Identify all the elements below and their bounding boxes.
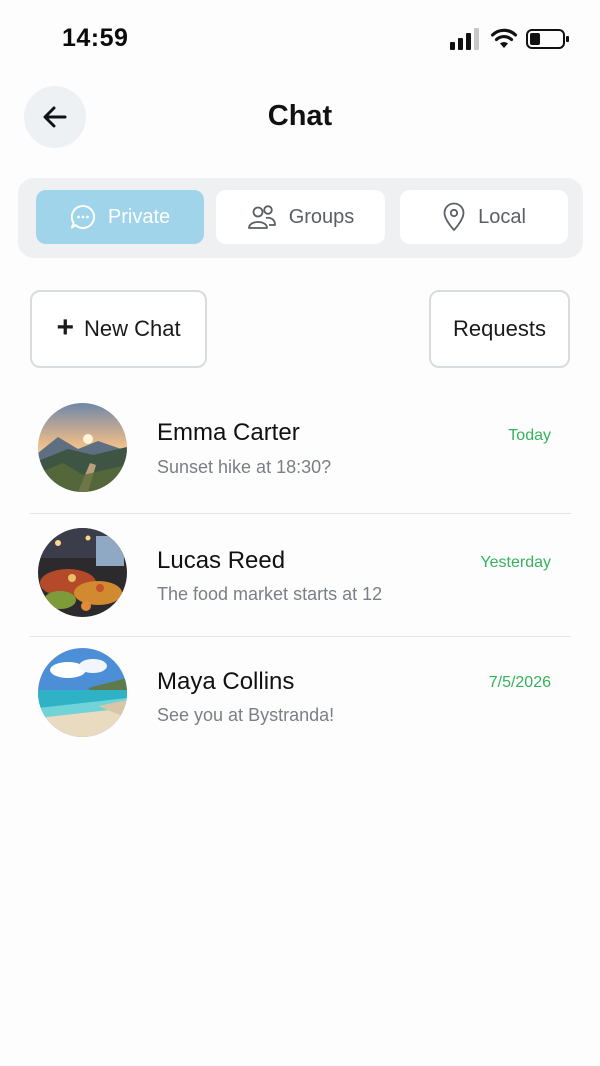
status-time: 14:59	[62, 24, 129, 52]
chat-name: Emma Carter	[157, 419, 300, 446]
tab-local[interactable]: Local	[400, 190, 568, 244]
chat-item-emma-carter[interactable]: Emma Carter Sunset hike at 18:30? Today	[30, 403, 571, 513]
new-chat-button[interactable]: + New Chat	[30, 290, 207, 368]
avatar	[38, 403, 127, 492]
chat-preview: The food market starts at 12	[157, 584, 383, 604]
chat-item-maya-collins[interactable]: Maya Collins See you at Bystranda! 7/5/2…	[30, 648, 571, 748]
chat-preview: See you at Bystranda!	[157, 705, 335, 725]
users-icon	[247, 205, 276, 229]
avatar	[38, 648, 127, 737]
chat-bubble-icon	[70, 204, 95, 229]
chat-item-lucas-reed[interactable]: Lucas Reed The food market starts at 12 …	[30, 528, 571, 636]
requests-button[interactable]: Requests	[429, 290, 570, 368]
food-market-photo	[38, 528, 127, 617]
chat-preview: Sunset hike at 18:30?	[157, 457, 332, 477]
divider	[30, 513, 571, 514]
tab-private[interactable]: Private	[36, 190, 204, 244]
tab-private-label: Private	[107, 205, 171, 228]
chat-screen: 14:59 Chat Private Groups Local + New Ch…	[0, 0, 600, 1066]
beach-photo	[38, 648, 127, 737]
requests-label: Requests	[453, 316, 546, 341]
tab-local-label: Local	[478, 205, 526, 228]
chat-type-tabs: Private Groups Local	[18, 178, 583, 258]
new-chat-label: New Chat	[83, 316, 181, 341]
chat-name: Lucas Reed	[157, 547, 286, 574]
chat-date: 7/5/2026	[488, 674, 551, 691]
page-title: Chat	[267, 100, 333, 132]
location-pin-icon	[443, 202, 465, 231]
chat-date: Today	[508, 427, 551, 444]
wifi-icon	[490, 28, 518, 48]
battery-icon	[526, 29, 569, 49]
tab-groups-label: Groups	[288, 205, 355, 228]
tab-groups[interactable]: Groups	[216, 190, 385, 244]
chat-date: Yesterday	[480, 554, 551, 571]
sunset-mountain-photo	[38, 403, 127, 492]
avatar	[38, 528, 127, 617]
cellular-signal-icon	[450, 28, 479, 50]
plus-icon: +	[56, 310, 74, 344]
divider	[30, 636, 571, 637]
chat-name: Maya Collins	[157, 668, 295, 695]
